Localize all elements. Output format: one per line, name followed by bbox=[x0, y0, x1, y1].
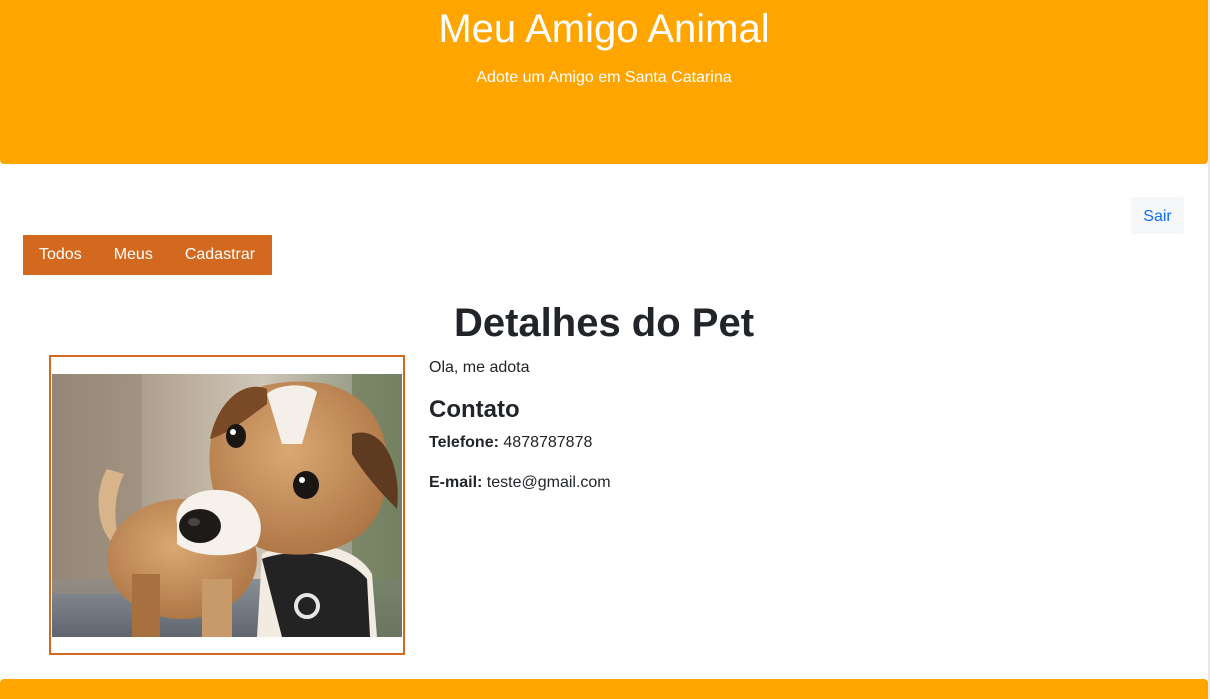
site-header: Meu Amigo Animal Adote um Amigo em Santa… bbox=[0, 0, 1208, 164]
site-footer bbox=[0, 679, 1208, 699]
email-label: E-mail: bbox=[429, 474, 483, 491]
nav-item-todos[interactable]: Todos bbox=[23, 235, 98, 275]
pet-photo-frame bbox=[49, 355, 405, 655]
logout-button[interactable]: Sair bbox=[1131, 197, 1184, 234]
email-line: E-mail: teste@gmail.com bbox=[429, 473, 1129, 493]
page: Meu Amigo Animal Adote um Amigo em Santa… bbox=[0, 0, 1210, 699]
main-nav: Todos Meus Cadastrar bbox=[23, 235, 272, 275]
pet-photo bbox=[52, 374, 402, 637]
pet-details: Ola, me adota Contato Telefone: 48787878… bbox=[429, 358, 1129, 493]
phone-value: 4878787878 bbox=[503, 434, 593, 451]
nav-item-meus[interactable]: Meus bbox=[98, 235, 169, 275]
email-value: teste@gmail.com bbox=[486, 474, 611, 491]
phone-label: Telefone: bbox=[429, 434, 499, 451]
nav-item-cadastrar[interactable]: Cadastrar bbox=[169, 235, 271, 275]
contact-heading: Contato bbox=[429, 396, 520, 423]
site-title: Meu Amigo Animal bbox=[438, 7, 770, 51]
phone-line: Telefone: 4878787878 bbox=[429, 433, 1129, 453]
site-subtitle: Adote um Amigo em Santa Catarina bbox=[476, 69, 732, 86]
pet-description: Ola, me adota bbox=[429, 359, 530, 376]
page-title: Detalhes do Pet bbox=[453, 301, 755, 345]
